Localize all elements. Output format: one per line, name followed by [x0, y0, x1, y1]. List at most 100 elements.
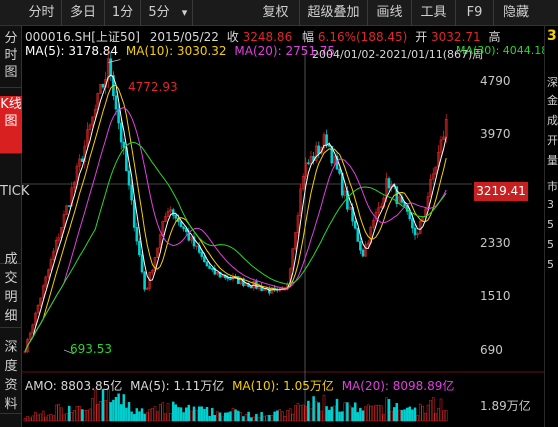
- volume-bar: [213, 415, 217, 422]
- volume-bar: [31, 415, 35, 422]
- volume-bar: [296, 402, 300, 422]
- volume-bar: [216, 411, 219, 422]
- volume-bar: [179, 407, 183, 422]
- volume-bar: [151, 408, 154, 422]
- volume-bar: [413, 407, 417, 422]
- candle-body: [127, 170, 131, 186]
- volume-bar: [36, 414, 40, 422]
- volume-bar: [28, 417, 32, 422]
- candle-body: [210, 268, 214, 270]
- draw-line-button[interactable]: 画线: [368, 0, 412, 26]
- volume-bar: [34, 411, 37, 422]
- volume-bar: [49, 413, 53, 422]
- volume-bar: [294, 405, 297, 422]
- tools-button[interactable]: 工具: [412, 0, 456, 26]
- candle-body: [132, 199, 136, 228]
- volume-bar: [333, 405, 336, 422]
- volume-bar: [44, 416, 48, 422]
- volume-bar: [421, 405, 425, 422]
- strip-text: 3: [547, 28, 557, 44]
- volume-bar: [442, 410, 445, 422]
- volume-bar: [177, 407, 180, 422]
- ma5-line: [24, 74, 447, 352]
- volume-bar: [242, 416, 245, 422]
- volume-bar: [260, 412, 263, 422]
- strip-text: 开: [547, 134, 558, 147]
- volume-bar: [114, 397, 118, 422]
- volume-bar: [218, 412, 222, 422]
- volume-bar: [408, 406, 412, 422]
- volume-bar: [338, 411, 341, 422]
- volume-bar: [23, 418, 27, 422]
- volume-bar: [249, 417, 253, 422]
- volume-bar: [286, 410, 289, 422]
- candle-body: [356, 227, 360, 242]
- volume-bar: [377, 404, 380, 422]
- volume-bar: [327, 409, 331, 422]
- high-annotation: 4772.93: [128, 80, 178, 94]
- volume-bar: [283, 415, 287, 422]
- candle-body: [138, 240, 141, 256]
- volume-bar: [262, 415, 266, 422]
- candle-body: [101, 84, 105, 88]
- volume-bar: [239, 412, 243, 422]
- toolbar: 分时 多日 1分 5分 ▾ 复权 超级叠加 画线 工具 F9 隐藏: [0, 0, 558, 26]
- volume-bar: [221, 416, 224, 422]
- tab-multi-day[interactable]: 多日: [62, 0, 105, 26]
- strip-text: 3: [547, 198, 554, 211]
- volume-bar: [197, 406, 201, 422]
- volume-bar: [351, 407, 354, 422]
- volume-bar: [73, 410, 76, 422]
- candle-body: [143, 271, 146, 290]
- tab-5min[interactable]: 5分: [141, 0, 177, 26]
- candle-body: [411, 218, 414, 229]
- volume-bar: [309, 408, 313, 422]
- candle-body: [249, 286, 253, 289]
- tab-kline-chart[interactable]: K线图: [0, 96, 22, 154]
- tab-1min[interactable]: 1分: [105, 0, 141, 26]
- strip-text: 5: [547, 238, 554, 251]
- volume-bar: [60, 407, 63, 422]
- volume-bar: [291, 413, 295, 422]
- tab-depth-info[interactable]: 深度资料: [0, 338, 22, 414]
- vol-ma20-label: MA(20): 8098.89亿: [341, 379, 455, 393]
- volume-bar: [257, 417, 261, 422]
- volume-bar: [132, 414, 136, 422]
- volume-bar: [138, 411, 141, 422]
- candle-body: [80, 158, 84, 162]
- price-tick: 1510: [480, 289, 511, 303]
- volume-legend: AMO: 8803.85亿 MA(5): 1.11万亿 MA(10): 1.05…: [25, 377, 454, 394]
- volume-bar: [439, 398, 443, 422]
- volume-bar: [346, 402, 349, 422]
- candle-body: [208, 265, 211, 269]
- kline-chart[interactable]: [22, 30, 544, 422]
- volume-bar: [374, 404, 378, 422]
- candle-body: [67, 205, 71, 207]
- ma30-line: [24, 141, 447, 352]
- price-tick: 4790: [480, 74, 511, 88]
- tab-time-chart[interactable]: 分时图: [0, 30, 22, 88]
- volume-bar: [364, 406, 367, 422]
- volume-bar: [52, 415, 55, 422]
- volume-bar: [387, 399, 391, 422]
- volume-bar: [372, 405, 375, 422]
- volume-bar: [205, 406, 209, 422]
- strip-text: 市: [547, 180, 558, 193]
- volume-bar: [127, 402, 131, 422]
- hide-button[interactable]: 隐藏: [494, 0, 538, 26]
- tab-time-share[interactable]: 分时: [22, 0, 62, 26]
- volume-bar: [125, 407, 128, 422]
- volume-bar: [244, 414, 248, 422]
- volume-bar: [398, 409, 401, 422]
- super-overlay-button[interactable]: 超级叠加: [300, 0, 368, 26]
- candle-body: [200, 252, 204, 257]
- f9-button[interactable]: F9: [456, 0, 494, 26]
- volume-bar: [416, 415, 419, 422]
- volume-bar: [153, 406, 157, 422]
- restore-rights-button[interactable]: 复权: [252, 0, 300, 26]
- volume-bar: [169, 413, 172, 422]
- candle-body: [229, 278, 232, 281]
- tab-trade-details[interactable]: 成交明细: [0, 250, 22, 328]
- period-dropdown-icon[interactable]: ▾: [177, 0, 193, 26]
- volume-bar: [93, 389, 97, 422]
